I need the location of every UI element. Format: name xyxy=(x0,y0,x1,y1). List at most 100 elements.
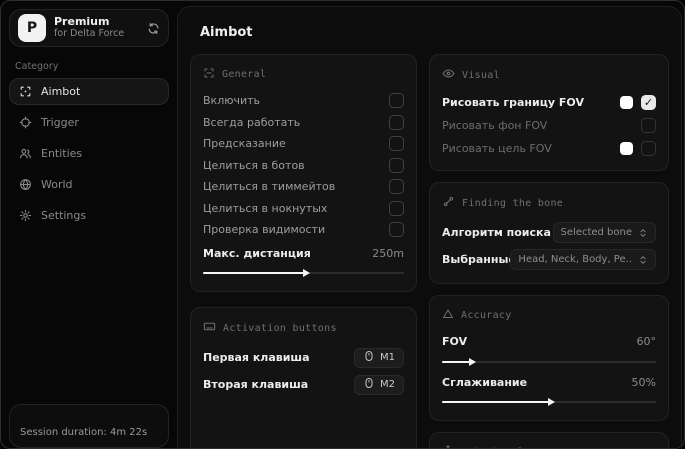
setting-row: Целиться в ботов xyxy=(203,155,404,177)
general-header: General xyxy=(203,67,404,82)
slider-label: Сглаживание xyxy=(442,375,528,389)
column-right: Visual Рисовать границу FOV ✓ Рисовать ф… xyxy=(429,54,669,448)
checkbox[interactable] xyxy=(389,136,404,152)
slider-value: 60° xyxy=(636,335,657,349)
sidebar-item-label: Trigger xyxy=(41,116,79,129)
setting-row: Включить xyxy=(203,90,404,112)
sync-icon[interactable] xyxy=(147,22,160,35)
sidebar-item-label: Settings xyxy=(41,209,87,222)
color-swatch[interactable] xyxy=(620,142,633,155)
bone-card: Finding the bone Алгоритм поиска костей … xyxy=(429,182,669,284)
brand-text: Premium for Delta Force xyxy=(54,16,139,40)
accuracy-header-label: Accuracy xyxy=(461,310,512,321)
triangle-icon xyxy=(442,308,454,323)
app-window: P Premium for Delta Force Category Aimbo… xyxy=(0,0,685,449)
setting-row: Рисовать цель FOV xyxy=(442,137,656,160)
setting-row: Предсказание xyxy=(203,133,404,155)
checkbox[interactable] xyxy=(389,114,404,130)
sidebar-nav: Aimbot Trigger Entities World Settings xyxy=(9,78,169,229)
keybind-row: Первая клавиша M1 xyxy=(203,344,404,371)
keybind-label: Первая клавиша xyxy=(203,351,310,364)
checkbox[interactable] xyxy=(641,118,656,133)
checkbox[interactable] xyxy=(389,93,404,109)
checkbox-checked[interactable]: ✓ xyxy=(641,95,656,110)
color-swatch[interactable] xyxy=(620,96,633,109)
slider-label: FOV xyxy=(442,335,468,349)
setting-label: Предсказание xyxy=(203,137,286,151)
general-header-label: General xyxy=(222,69,267,80)
setting-label: Целиться в тиммейтов xyxy=(203,180,336,194)
bone-icon xyxy=(442,195,455,211)
visual-card: Visual Рисовать границу FOV ✓ Рисовать ф… xyxy=(429,54,669,171)
session-card: Session duration: 4m 22s xyxy=(9,404,169,448)
control-group xyxy=(620,141,656,156)
setting-label: Целиться в ботов xyxy=(203,158,305,172)
checkbox[interactable] xyxy=(389,179,404,195)
checkbox[interactable] xyxy=(389,222,404,238)
category-label: Category xyxy=(15,61,59,72)
accuracy-card: Accuracy FOV 60° Сглаживание 50% xyxy=(429,295,669,421)
keybind-button-m2[interactable]: M2 xyxy=(354,374,404,395)
slider-fill[interactable] xyxy=(203,269,309,277)
slider-value: 250m xyxy=(372,246,404,260)
mouse-icon xyxy=(363,377,375,392)
checkbox[interactable] xyxy=(389,157,404,173)
sidebar-item-aimbot[interactable]: Aimbot xyxy=(9,78,169,105)
sidebar-item-entities[interactable]: Entities xyxy=(9,140,169,167)
settings-columns: General Включить Всегда работать Предска… xyxy=(190,54,669,448)
fov-slider[interactable] xyxy=(442,356,656,368)
select-value: Head, Neck, Body, Pe.. xyxy=(518,254,632,265)
world-icon xyxy=(19,178,32,191)
activation-card: Activation buttons Первая клавиша M1 Вто… xyxy=(190,307,417,448)
keybind-label: Вторая клавиша xyxy=(203,378,309,391)
selected-bones-select[interactable]: Head, Neck, Body, Pe.. xyxy=(510,249,656,270)
sidebar-item-settings[interactable]: Settings xyxy=(9,202,169,229)
sidebar-item-world[interactable]: World xyxy=(9,171,169,198)
select-row: Выбранные кости Head, Neck, Body, Pe.. xyxy=(442,246,656,273)
checkbox[interactable] xyxy=(641,141,656,156)
setting-label: Проверка видимости xyxy=(203,223,326,237)
slider-row: Макс. дистанция 250m xyxy=(203,243,404,265)
session-duration: Session duration: 4m 22s xyxy=(20,427,148,438)
keybind-row: Вторая клавиша M2 xyxy=(203,371,404,398)
entities-icon xyxy=(19,147,32,160)
keyboard-icon xyxy=(203,320,216,336)
select-row: Алгоритм поиска костей Selected bone xyxy=(442,219,656,246)
visual-header-label: Visual xyxy=(462,69,500,81)
accuracy-header: Accuracy xyxy=(442,308,656,323)
brand-subtitle: for Delta Force xyxy=(54,27,125,39)
stopwatch-icon xyxy=(442,445,454,448)
sidebar-item-label: World xyxy=(41,178,73,191)
bone-algorithm-select[interactable]: Selected bone xyxy=(552,222,656,243)
setting-label: Рисовать фон FOV xyxy=(442,119,548,132)
trigger-icon xyxy=(19,116,32,129)
checkbox[interactable] xyxy=(389,200,404,216)
select-value: Selected bone xyxy=(560,227,632,238)
setting-row: Целиться в нокнутых xyxy=(203,198,404,220)
slider-label: Макс. дистанция xyxy=(203,246,311,260)
select-label: Алгоритм поиска костей xyxy=(442,226,569,239)
setting-row: Рисовать границу FOV ✓ xyxy=(442,91,656,114)
sidebar-item-trigger[interactable]: Trigger xyxy=(9,109,169,136)
slider-value: 50% xyxy=(631,375,656,389)
smoothing-slider[interactable] xyxy=(442,396,656,408)
switch-delay-header: Switch Delay xyxy=(442,445,656,448)
switch-delay-card: Switch Delay Задержка переключения Задер… xyxy=(429,432,669,448)
slider-row: Сглаживание 50% xyxy=(442,372,656,394)
activation-header-label: Activation buttons xyxy=(223,322,337,334)
aimbot-icon xyxy=(19,85,32,98)
column-left: General Включить Всегда работать Предска… xyxy=(190,54,417,448)
slider-fill[interactable] xyxy=(442,398,555,406)
brand-title: Premium xyxy=(54,15,110,29)
max-distance-slider[interactable] xyxy=(203,267,404,279)
slider-row: FOV 60° xyxy=(442,331,656,353)
sidebar-item-label: Aimbot xyxy=(41,85,81,98)
keybind-value: M1 xyxy=(380,352,395,363)
slider-fill[interactable] xyxy=(442,357,476,366)
keybind-button-m1[interactable]: M1 xyxy=(354,347,404,368)
setting-row: Всегда работать xyxy=(203,112,404,134)
scan-icon xyxy=(203,67,215,82)
setting-label: Рисовать цель FOV xyxy=(442,142,552,155)
unfold-icon xyxy=(638,228,648,238)
